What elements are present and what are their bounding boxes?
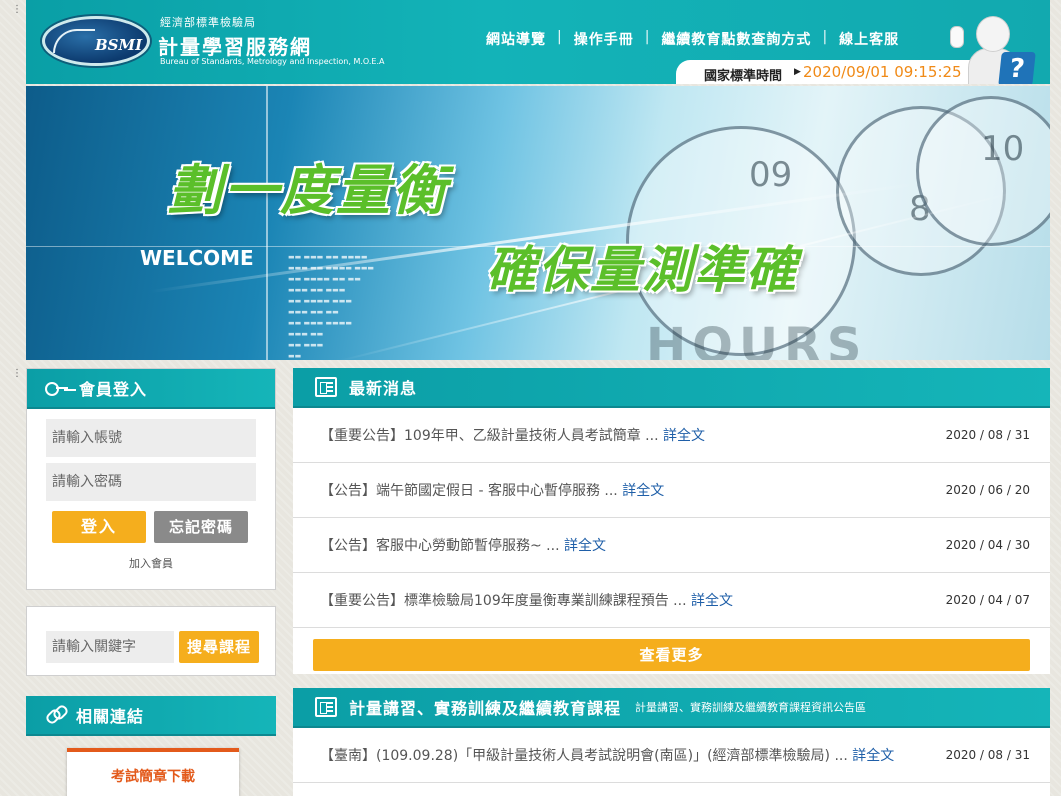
nav-separator: | [822, 29, 829, 45]
course-item-title[interactable]: 【臺南】(109.09.28)「甲級計量技術人員考試說明會(南區)」(經濟部標準… [320, 748, 848, 764]
site-title[interactable]: 計量學習服務網 [158, 31, 312, 60]
news-item-title[interactable]: 【重要公告】標準檢驗局109年度量衡專業訓練課程預告 ... [320, 593, 687, 609]
news-item-date: 2020 / 04 / 07 [945, 593, 1030, 607]
course-item[interactable]: 【臺南】(109.09.28)「甲級計量技術人員考試說明會(南區)」(經濟部標準… [293, 728, 1050, 783]
time-value: 2020/09/01 09:15:25 [803, 63, 962, 81]
bsmi-logo[interactable]: BSMI [42, 16, 150, 66]
news-item-title[interactable]: 【公告】客服中心勞動節暫停服務~ ... [320, 538, 560, 554]
mascot-head [976, 16, 1010, 52]
agency-name: 經濟部標準檢驗局 [160, 16, 256, 29]
news-item-title[interactable]: 【公告】端午節國定假日 - 客服中心暫停服務 ... [320, 483, 618, 499]
link-icon [44, 705, 66, 725]
play-arrow-icon: ▶ [794, 67, 801, 77]
news-item-date: 2020 / 04 / 30 [945, 538, 1030, 552]
nav-separator: | [557, 29, 563, 45]
site-subtitle: Bureau of Standards, Metrology and Inspe… [160, 57, 385, 66]
nav-sitemap[interactable]: 網站導覽 [486, 29, 546, 49]
news-item-more-link[interactable]: 詳全文 [691, 593, 733, 609]
news-item[interactable]: 【重要公告】109年甲、乙級計量技術人員考試簡章 ... 詳全文 2020 / … [293, 408, 1050, 463]
links-header: 相關連結 [26, 696, 276, 736]
login-button[interactable]: 登入 [52, 511, 146, 543]
mascot-hand [950, 26, 964, 48]
links-title: 相關連結 [76, 707, 145, 726]
keyword-input[interactable]: 請輸入關鍵字 [46, 631, 174, 663]
news-header: 最新消息 [293, 368, 1050, 408]
view-more-button[interactable]: 查看更多 [313, 639, 1030, 671]
corner-handle: ⋮ [12, 368, 22, 379]
news-item[interactable]: 【公告】客服中心勞動節暫停服務~ ... 詳全文 2020 / 04 / 30 [293, 518, 1050, 573]
clock-number: 09 [749, 155, 793, 195]
courses-subtitle: 計量講習、實務訓練及繼續教育課程資訊公告區 [635, 701, 867, 714]
nav-credit-query[interactable]: 繼續教育點數查詢方式 [661, 29, 811, 49]
hero-banner: 09 8 10 ▬▬ ▬▬▬ ▬▬ ▬▬▬▬ ▬▬▬ ▬▬ ▬▬▬▬ ▬▬▬ ▬▬ … [26, 86, 1050, 360]
banner-hours: HOURS [646, 318, 868, 360]
login-title: 會員登入 [79, 380, 148, 399]
nav-separator: | [644, 29, 651, 45]
course-item-more-link[interactable]: 詳全文 [852, 748, 894, 764]
course-item-date: 2020 / 08 / 31 [945, 748, 1030, 762]
courses-panel: 計量講習、實務訓練及繼續教育課程 計量講習、實務訓練及繼續教育課程資訊公告區 【… [293, 688, 1050, 796]
banner-welcome: WELCOME [140, 246, 254, 270]
news-title: 最新消息 [349, 379, 418, 398]
login-panel: 會員登入 請輸入帳號 請輸入密碼 登入 忘記密碼 加入會員 [26, 368, 276, 590]
newspaper-icon [315, 697, 337, 717]
corner-handle: ⋮ [12, 4, 22, 15]
join-member-link[interactable]: 加入會員 [46, 555, 256, 571]
nav-manual[interactable]: 操作手冊 [574, 29, 634, 49]
nav-online-support[interactable]: 線上客服 [839, 29, 899, 49]
password-input[interactable]: 請輸入密碼 [46, 463, 256, 501]
news-item-more-link[interactable]: 詳全文 [622, 483, 664, 499]
news-item-date: 2020 / 06 / 20 [945, 483, 1030, 497]
news-item-more-link[interactable]: 詳全文 [663, 428, 705, 444]
banner-headline-1: 劃一度量衡 [168, 159, 448, 222]
search-course-button[interactable]: 搜尋課程 [179, 631, 259, 663]
newspaper-icon [315, 377, 337, 397]
question-icon[interactable]: ? [998, 52, 1036, 84]
time-label: 國家標準時間 [704, 69, 783, 84]
forgot-password-button[interactable]: 忘記密碼 [154, 511, 248, 543]
news-panel: 最新消息 【重要公告】109年甲、乙級計量技術人員考試簡章 ... 詳全文 20… [293, 368, 1050, 674]
site-header: BSMI 經濟部標準檢驗局 計量學習服務網 Bureau of Standard… [26, 0, 1050, 84]
banner-headline-2: 確保量測準確 [486, 241, 798, 299]
logo-text: BSMI [95, 36, 143, 54]
banner-texture: ▬▬ ▬▬▬ ▬▬ ▬▬▬▬ ▬▬▬ ▬▬ ▬▬▬▬ ▬▬▬ ▬▬ ▬▬▬▬ ▬▬ … [288, 253, 375, 360]
top-nav: 網站導覽 | 操作手冊 | 繼續教育點數查詢方式 | 線上客服 [486, 29, 899, 49]
key-icon [45, 381, 69, 396]
login-header: 會員登入 [27, 369, 275, 409]
courses-header: 計量講習、實務訓練及繼續教育課程 計量講習、實務訓練及繼續教育課程資訊公告區 [293, 688, 1050, 728]
help-mascot[interactable]: ? [946, 12, 1042, 84]
news-item[interactable]: 【重要公告】標準檢驗局109年度量衡專業訓練課程預告 ... 詳全文 2020 … [293, 573, 1050, 628]
course-search-panel: 請輸入關鍵字 搜尋課程 [26, 606, 276, 676]
news-item[interactable]: 【公告】端午節國定假日 - 客服中心暫停服務 ... 詳全文 2020 / 06… [293, 463, 1050, 518]
news-item-date: 2020 / 08 / 31 [945, 428, 1030, 442]
related-links-panel: 相關連結 考試簡章下載 [26, 696, 276, 796]
news-item-more-link[interactable]: 詳全文 [564, 538, 606, 554]
clock-number: 10 [981, 129, 1025, 169]
account-input[interactable]: 請輸入帳號 [46, 419, 256, 457]
courses-title: 計量講習、實務訓練及繼續教育課程 [349, 699, 622, 718]
news-item-title[interactable]: 【重要公告】109年甲、乙級計量技術人員考試簡章 ... [320, 428, 659, 444]
exam-brochure-link[interactable]: 考試簡章下載 [67, 748, 239, 796]
